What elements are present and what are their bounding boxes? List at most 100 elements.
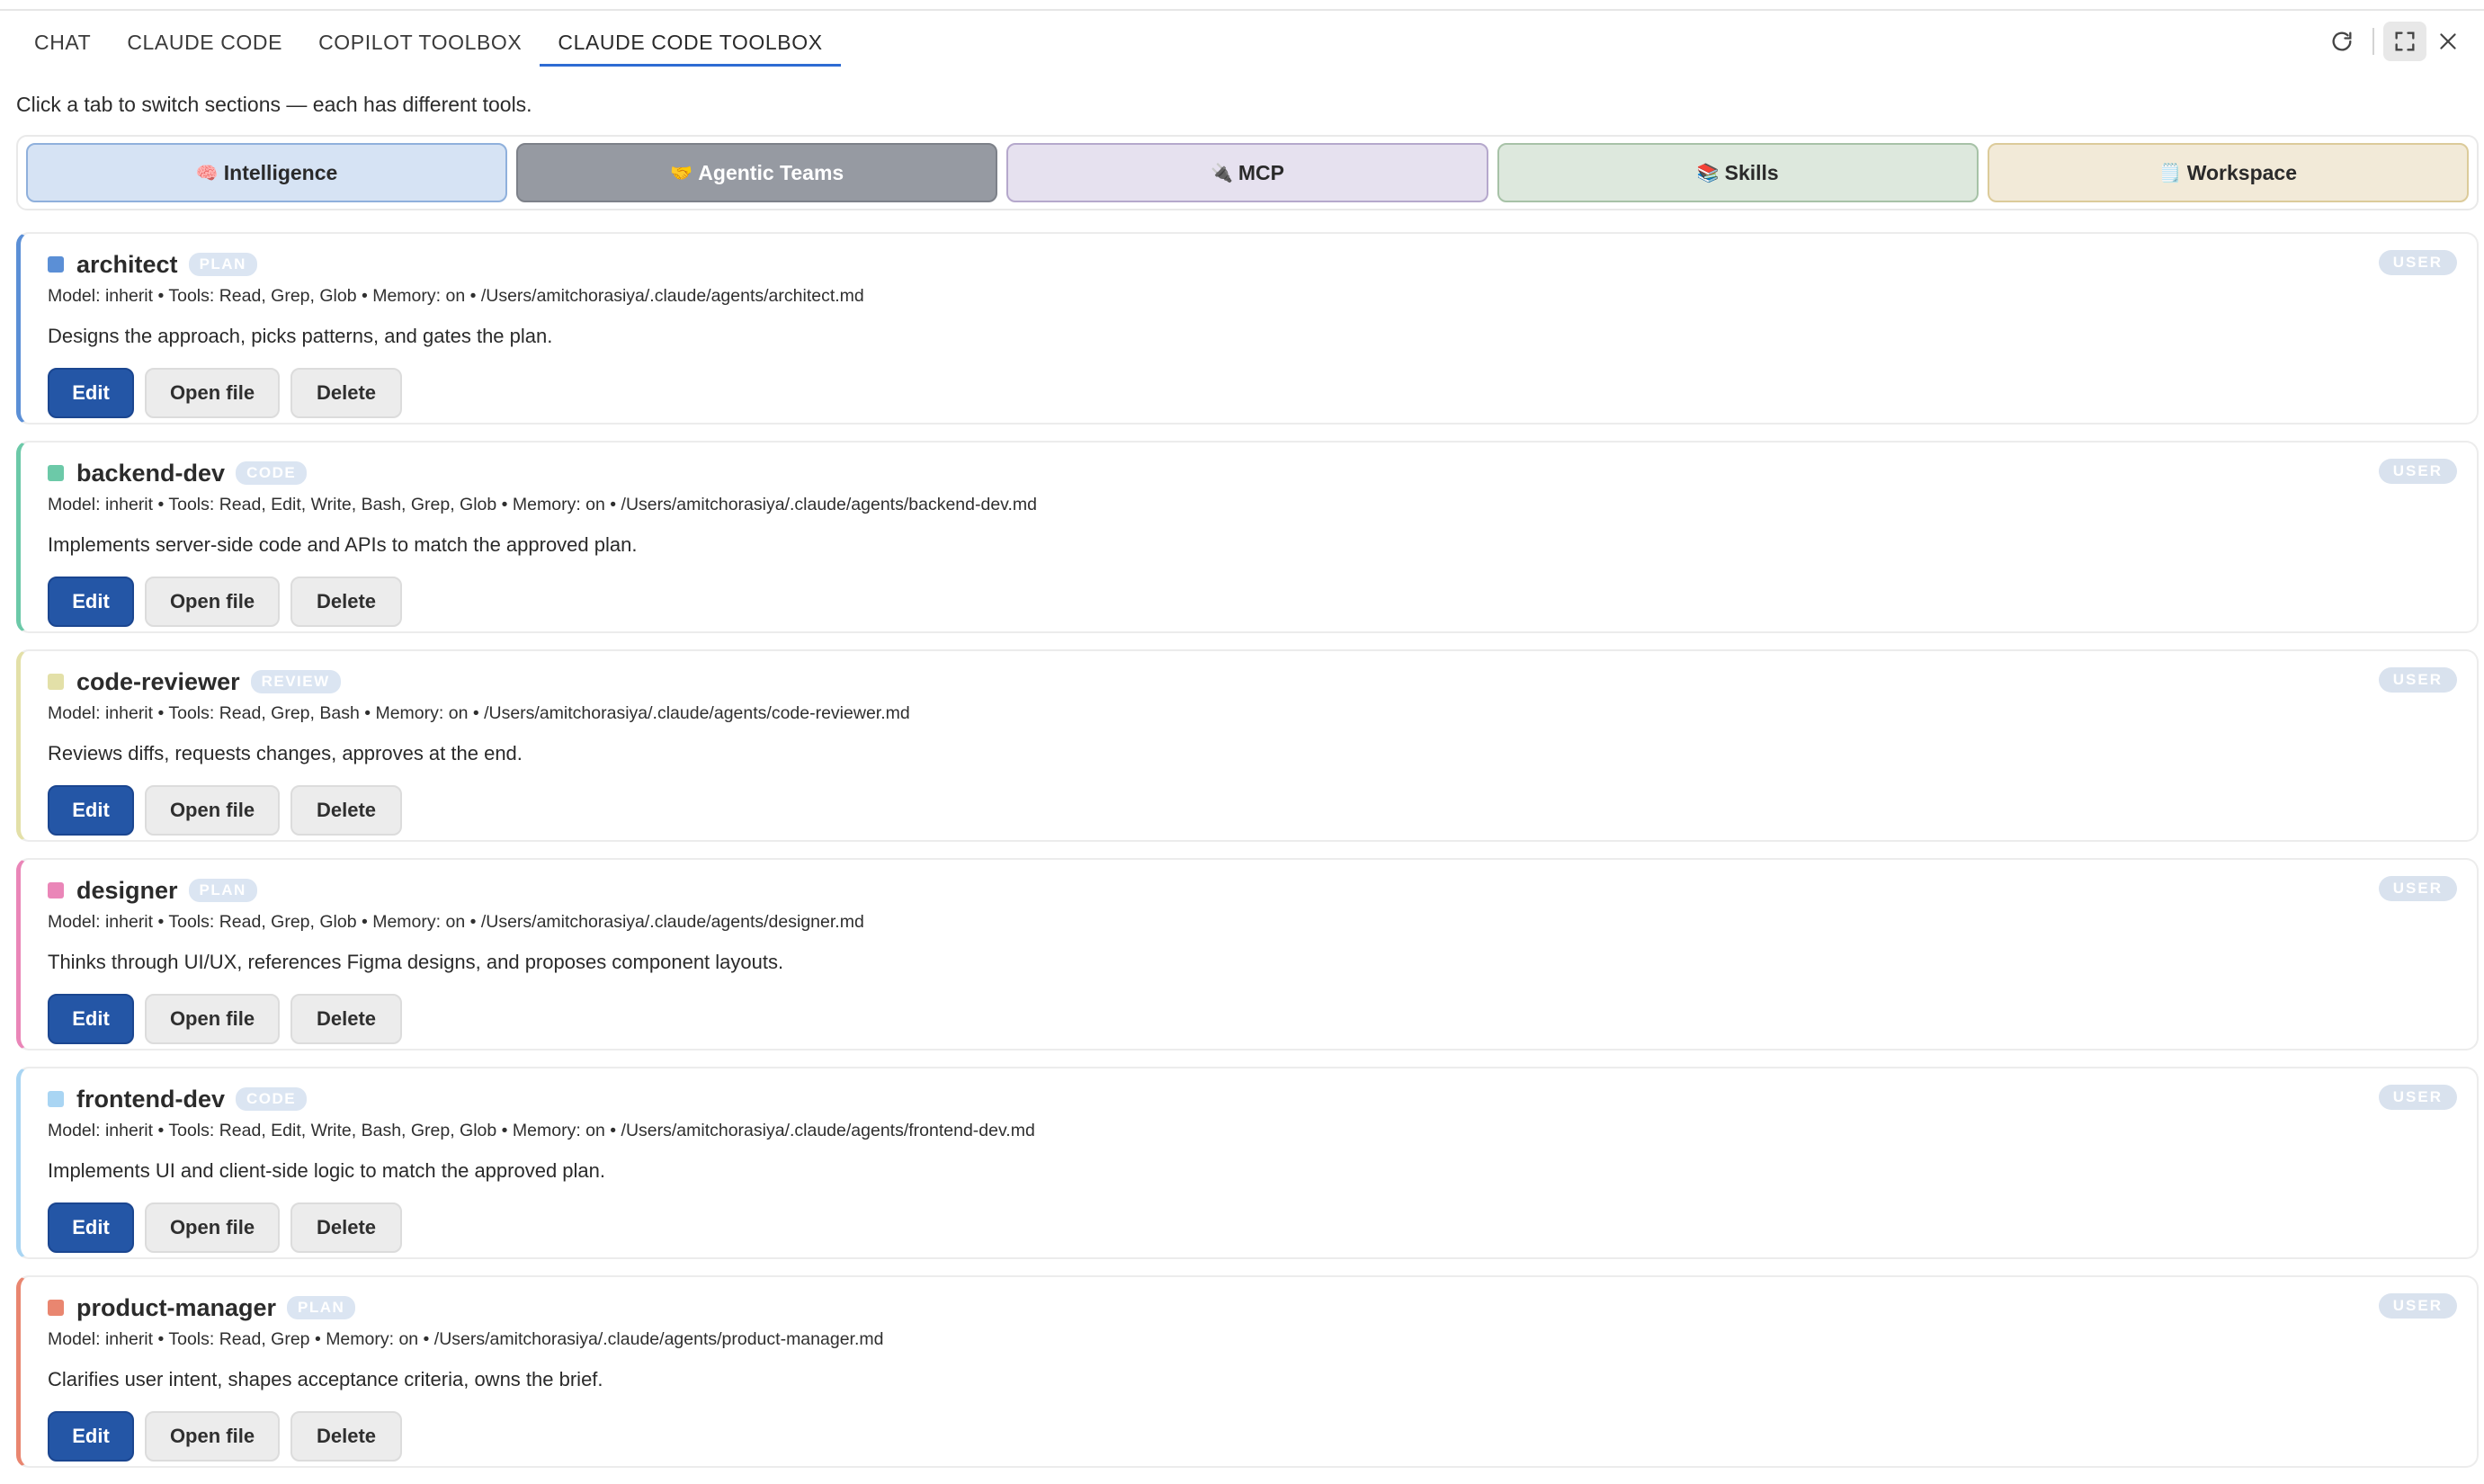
- open-file-button[interactable]: Open file: [145, 1202, 280, 1253]
- agent-card-header: backend-dev CODE: [48, 459, 2477, 487]
- agent-kind-badge: CODE: [236, 1087, 308, 1111]
- section-label: Workspace: [2186, 160, 2298, 184]
- open-file-button[interactable]: Open file: [145, 368, 280, 418]
- agent-list: architect PLAN USER Model: inherit • Tools:…: [16, 232, 2479, 1484]
- agent-kind-badge: PLAN: [188, 253, 257, 276]
- section-label: Intelligence: [223, 160, 338, 184]
- agent-name: frontend-dev: [76, 1085, 225, 1113]
- fullscreen-button[interactable]: [2383, 22, 2426, 61]
- open-file-button[interactable]: Open file: [145, 994, 280, 1044]
- section-mcp[interactable]: 🔌 MCP: [1006, 143, 1488, 202]
- section-emoji-icon: 🔌: [1210, 163, 1233, 183]
- edit-button[interactable]: Edit: [48, 368, 134, 418]
- refresh-icon: [2332, 31, 2352, 51]
- tab-claude-code[interactable]: CLAUDE CODE: [109, 20, 300, 64]
- edit-button[interactable]: Edit: [48, 994, 134, 1044]
- agent-description: Designs the approach, picks patterns, an…: [48, 325, 553, 347]
- section-workspace[interactable]: 🗒️ Workspace: [1987, 143, 2470, 202]
- section-label: Agentic Teams: [698, 160, 844, 184]
- section-intelligence[interactable]: 🧠 Intelligence: [26, 143, 508, 202]
- top-divider: [0, 9, 2484, 11]
- agent-meta: Model: inherit • Tools: Read, Edit, Writ…: [48, 1121, 1035, 1140]
- agent-name: designer: [76, 876, 178, 904]
- agent-description: Thinks through UI/UX, references Figma d…: [48, 951, 784, 973]
- section-emoji-icon: 🤝: [670, 163, 693, 183]
- scope-badge: USER: [2378, 667, 2457, 693]
- section-label: MCP: [1238, 160, 1285, 184]
- agent-color-swatch: [48, 465, 64, 481]
- tab-chat[interactable]: CHAT: [16, 20, 109, 64]
- agent-actions: Edit Open file Delete: [48, 1202, 2477, 1253]
- tab-claude-code-toolbox[interactable]: CLAUDE CODE TOOLBOX: [540, 20, 841, 67]
- agent-color-swatch: [48, 674, 64, 690]
- delete-button[interactable]: Delete: [290, 577, 402, 627]
- agent-card-header: code-reviewer REVIEW: [48, 667, 2477, 696]
- refresh-button[interactable]: [2320, 22, 2363, 61]
- agent-kind-badge: REVIEW: [250, 670, 341, 693]
- agent-color-swatch: [48, 882, 64, 898]
- edit-button[interactable]: Edit: [48, 785, 134, 836]
- edit-button[interactable]: Edit: [48, 1202, 134, 1253]
- delete-button[interactable]: Delete: [290, 368, 402, 418]
- edit-button[interactable]: Edit: [48, 577, 134, 627]
- window-controls: [2320, 22, 2470, 61]
- close-icon: [2440, 33, 2456, 49]
- section-emoji-icon: 📚: [1696, 163, 1720, 183]
- agent-color-swatch: [48, 1091, 64, 1107]
- agent-meta: Model: inherit • Tools: Read, Grep • Mem…: [48, 1329, 884, 1349]
- agent-name: architect: [76, 250, 178, 278]
- scope-badge: USER: [2378, 1085, 2457, 1110]
- agent-kind-badge: PLAN: [287, 1296, 356, 1319]
- section-skills[interactable]: 📚 Skills: [1497, 143, 1979, 202]
- close-button[interactable]: [2426, 22, 2470, 61]
- open-file-button[interactable]: Open file: [145, 577, 280, 627]
- section-hint: Click a tab to switch sections — each ha…: [16, 93, 532, 116]
- agent-card: architect PLAN USER Model: inherit • Tools:…: [16, 232, 2479, 425]
- scope-badge: USER: [2378, 1293, 2457, 1319]
- agent-card-header: product-manager PLAN: [48, 1293, 2477, 1322]
- agent-card: product-manager PLAN USER Model: inherit • …: [16, 1275, 2479, 1468]
- agent-card: frontend-dev CODE USER Model: inherit • Too…: [16, 1067, 2479, 1259]
- agent-card-header: designer PLAN: [48, 876, 2477, 905]
- agent-name: backend-dev: [76, 459, 226, 487]
- section-emoji-icon: 🧠: [195, 163, 219, 183]
- agent-name: code-reviewer: [76, 667, 240, 695]
- agent-actions: Edit Open file Delete: [48, 1411, 2477, 1462]
- tab-copilot-toolbox[interactable]: COPILOT TOOLBOX: [300, 20, 540, 64]
- agent-meta: Model: inherit • Tools: Read, Edit, Writ…: [48, 495, 1037, 514]
- agent-meta: Model: inherit • Tools: Read, Grep, Glob…: [48, 912, 864, 932]
- section-switcher: 🧠 Intelligence 🤝 Agentic Teams 🔌 MCP 📚 Skills 🗒️…: [16, 135, 2479, 210]
- delete-button[interactable]: Delete: [290, 1202, 402, 1253]
- scope-badge: USER: [2378, 876, 2457, 901]
- agent-color-swatch: [48, 256, 64, 273]
- open-file-button[interactable]: Open file: [145, 785, 280, 836]
- agent-kind-badge: CODE: [236, 461, 308, 485]
- scope-badge: USER: [2378, 459, 2457, 484]
- fullscreen-icon: [2395, 31, 2415, 51]
- agent-description: Implements UI and client-side logic to m…: [48, 1159, 605, 1182]
- section-agentic-teams[interactable]: 🤝 Agentic Teams: [516, 143, 998, 202]
- agent-actions: Edit Open file Delete: [48, 994, 2477, 1044]
- delete-button[interactable]: Delete: [290, 785, 402, 836]
- agent-actions: Edit Open file Delete: [48, 368, 2477, 418]
- agent-meta: Model: inherit • Tools: Read, Grep, Glob…: [48, 286, 864, 306]
- agent-card: designer PLAN USER Model: inherit • Tools: …: [16, 858, 2479, 1050]
- agent-actions: Edit Open file Delete: [48, 577, 2477, 627]
- top-tab-bar: CHAT CLAUDE CODE COPILOT TOOLBOX CLAUDE …: [16, 20, 841, 67]
- agent-actions: Edit Open file Delete: [48, 785, 2477, 836]
- delete-button[interactable]: Delete: [290, 994, 402, 1044]
- open-file-button[interactable]: Open file: [145, 1411, 280, 1462]
- scope-badge: USER: [2378, 250, 2457, 275]
- agent-color-swatch: [48, 1300, 64, 1316]
- delete-button[interactable]: Delete: [290, 1411, 402, 1462]
- agent-meta: Model: inherit • Tools: Read, Grep, Bash…: [48, 703, 910, 723]
- section-label: Skills: [1724, 160, 1779, 184]
- agent-description: Reviews diffs, requests changes, approve…: [48, 742, 523, 764]
- agent-name: product-manager: [76, 1293, 277, 1321]
- edit-button[interactable]: Edit: [48, 1411, 134, 1462]
- agent-card: backend-dev CODE USER Model: inherit • Tool…: [16, 441, 2479, 633]
- agent-card: code-reviewer REVIEW USER Model: inherit • …: [16, 649, 2479, 842]
- agent-kind-badge: PLAN: [188, 879, 257, 902]
- agent-card-header: architect PLAN: [48, 250, 2477, 279]
- agent-card-header: frontend-dev CODE: [48, 1085, 2477, 1113]
